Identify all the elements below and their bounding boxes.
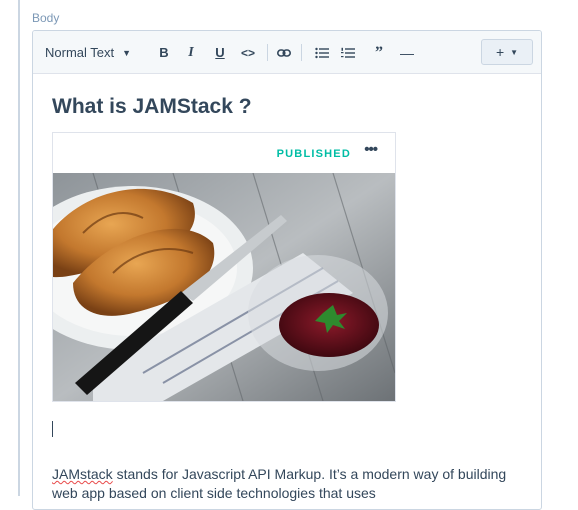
italic-button[interactable]: I: [180, 31, 202, 74]
numbered-list-icon: [341, 47, 355, 58]
bullet-list-button[interactable]: [311, 31, 333, 74]
numbered-list-button[interactable]: [337, 31, 359, 74]
bold-button[interactable]: B: [153, 31, 175, 74]
content-heading[interactable]: What is JAMStack ?: [52, 95, 252, 119]
link-icon: [277, 48, 291, 57]
bullet-list-icon: [315, 47, 329, 58]
blockquote-button[interactable]: ”: [368, 31, 390, 74]
text-style-select[interactable]: Normal Text ▼: [45, 31, 131, 74]
image-card-header: PUBLISHED •••: [53, 133, 395, 173]
spellcheck-word: JAMstack: [52, 466, 113, 482]
toolbar-divider: [301, 44, 302, 61]
horizontal-rule-button[interactable]: —: [396, 31, 418, 74]
link-button[interactable]: [273, 31, 295, 74]
blockquote-icon: ”: [375, 43, 383, 61]
chevron-down-icon: ▼: [510, 47, 519, 57]
embedded-image-card[interactable]: PUBLISHED •••: [52, 132, 396, 402]
code-button[interactable]: <>: [237, 31, 259, 74]
text-cursor: [52, 421, 53, 437]
toolbar-divider: [267, 44, 268, 61]
editor-toolbar: Normal Text ▼ B I U <> ” — + ▼: [33, 31, 541, 74]
field-focus-rule: [18, 0, 20, 496]
content-paragraph[interactable]: JAMstack stands for Javascript API Marku…: [52, 465, 512, 503]
chevron-down-icon: ▼: [122, 47, 132, 58]
croissant-photo: [53, 173, 395, 401]
plus-icon: +: [495, 44, 505, 60]
insert-menu-button[interactable]: + ▼: [481, 39, 533, 65]
more-icon[interactable]: •••: [364, 141, 378, 158]
field-label: Body: [32, 11, 60, 25]
status-badge: PUBLISHED: [276, 148, 351, 160]
rich-text-editor[interactable]: Normal Text ▼ B I U <> ” — + ▼ What is J…: [32, 30, 542, 510]
croissant-image[interactable]: [53, 173, 395, 401]
text-style-label: Normal Text: [45, 45, 115, 60]
underline-button[interactable]: U: [209, 31, 231, 74]
horizontal-rule-icon: —: [400, 44, 414, 61]
